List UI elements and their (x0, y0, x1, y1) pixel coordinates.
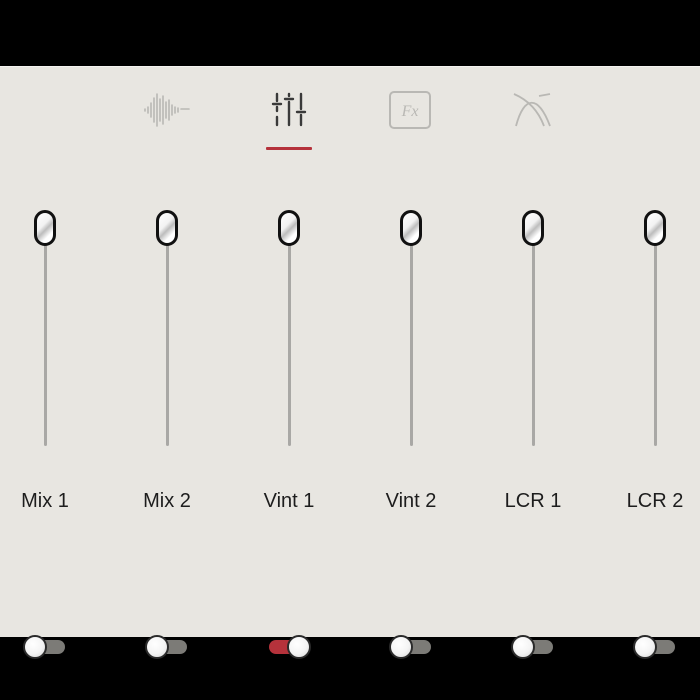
waveform-icon (144, 93, 190, 127)
fader-handle[interactable] (278, 210, 300, 246)
channel-label: Mix 1 (21, 490, 69, 512)
fader-track[interactable] (532, 227, 535, 446)
crossfade-curve-icon (513, 93, 551, 127)
active-tab-indicator (266, 147, 312, 150)
channel-lcr-1: LCR 1 (488, 207, 578, 659)
fader-track[interactable] (654, 227, 657, 446)
tab-mixer[interactable] (259, 85, 319, 135)
toggle-knob (287, 635, 311, 659)
channel-mix-1: Mix 1 (0, 207, 90, 659)
fader-handle[interactable] (156, 210, 178, 246)
channel-toggle[interactable] (23, 635, 67, 659)
tab-fx[interactable]: Fx (380, 85, 440, 135)
fader-track[interactable] (166, 227, 169, 446)
tab-waveform[interactable] (136, 85, 196, 135)
fader-handle[interactable] (522, 210, 544, 246)
fader-handle[interactable] (400, 210, 422, 246)
channel-label: LCR 2 (626, 490, 684, 512)
toggle-knob (145, 635, 169, 659)
channel-label: Vint 1 (263, 490, 315, 512)
tab-curves[interactable] (503, 85, 563, 135)
fx-icon: Fx (389, 91, 431, 129)
channel-toggle[interactable] (145, 635, 189, 659)
channel-toggle[interactable] (389, 635, 433, 659)
mixer-panel: Fx Mix 1 Mix 2 Vint 1 Vint 2 LCR 1 LCR 2 (0, 66, 700, 659)
channel-toggle[interactable] (511, 635, 555, 659)
channel-vint-1: Vint 1 (244, 207, 334, 659)
fader-track[interactable] (44, 227, 47, 446)
fader-track[interactable] (288, 227, 291, 446)
fader-handle[interactable] (644, 210, 666, 246)
channel-label: Mix 2 (143, 490, 191, 512)
toggle-knob (23, 635, 47, 659)
toggle-knob (511, 635, 535, 659)
channel-lcr-2: LCR 2 (610, 207, 700, 659)
channel-mix-2: Mix 2 (122, 207, 212, 659)
fx-icon-label: Fx (401, 103, 419, 120)
channel-toggle[interactable] (267, 635, 311, 659)
channel-label: LCR 1 (504, 490, 562, 512)
fader-handle[interactable] (34, 210, 56, 246)
toggle-knob (389, 635, 413, 659)
toggle-knob (633, 635, 657, 659)
channel-toggle[interactable] (633, 635, 677, 659)
fader-track[interactable] (410, 227, 413, 446)
tab-bar: Fx (0, 67, 700, 157)
channel-label: Vint 2 (385, 490, 437, 512)
channel-vint-2: Vint 2 (366, 207, 456, 659)
mixer-sliders-icon (271, 92, 307, 127)
